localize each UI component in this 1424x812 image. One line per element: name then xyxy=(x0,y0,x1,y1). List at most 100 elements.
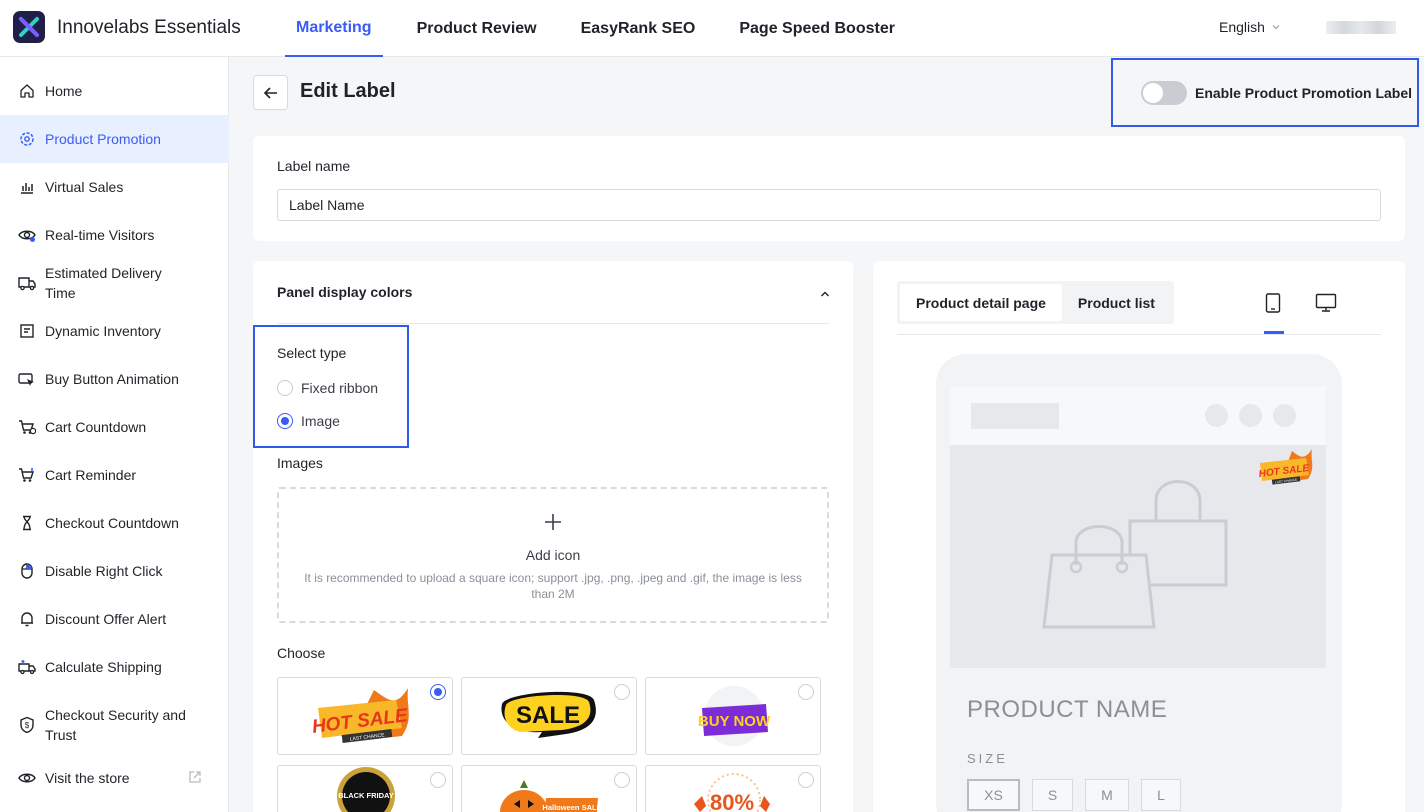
sidebar-item-dynamic-inventory[interactable]: Dynamic Inventory xyxy=(0,311,229,351)
size-option-l[interactable]: L xyxy=(1141,779,1181,811)
language-select[interactable]: English xyxy=(1219,19,1281,35)
radio-button[interactable] xyxy=(277,380,293,396)
shield-icon: $ xyxy=(18,716,36,734)
sidebar-item-cart-reminder[interactable]: Cart Reminder xyxy=(0,455,229,495)
sidebar-item-visit-the-store[interactable]: Visit the store xyxy=(0,758,229,798)
sidebar-item-disable-right-click[interactable]: Disable Right Click xyxy=(0,551,229,591)
sidebar-item-checkout-countdown[interactable]: Checkout Countdown xyxy=(0,503,229,543)
badge-text: BLACK FRIDAY xyxy=(338,791,394,800)
phone-preview: HOT SALE LAST CHANCE PRODUCT NAME SIZE X… xyxy=(936,354,1342,812)
gear-icon xyxy=(18,130,36,148)
size-option-s[interactable]: S xyxy=(1032,779,1073,811)
mobile-icon[interactable] xyxy=(1265,293,1281,316)
sidebar-item-label: Disable Right Click xyxy=(45,563,163,579)
sidebar-item-realtime-visitors[interactable]: Real-time Visitors xyxy=(0,215,229,255)
desktop-icon[interactable] xyxy=(1315,293,1337,316)
sidebar-item-home[interactable]: Home xyxy=(0,71,229,111)
badge-choice-80-percent[interactable]: 80% xyxy=(645,765,821,812)
radio-button[interactable] xyxy=(430,772,446,788)
radio-button[interactable] xyxy=(798,772,814,788)
sidebar-item-buy-button-animation[interactable]: Buy Button Animation xyxy=(0,359,229,399)
size-option-xs[interactable]: XS xyxy=(967,779,1020,811)
tab-product-detail-page[interactable]: Product detail page xyxy=(900,284,1062,321)
user-avatar[interactable] xyxy=(1326,21,1396,34)
upload-icon-dropzone[interactable]: Add icon It is recommended to upload a s… xyxy=(277,487,829,623)
back-button[interactable] xyxy=(253,75,288,110)
preview-card: Product detail page Product list HOT SAL… xyxy=(873,261,1405,812)
sidebar-item-product-promotion[interactable]: Product Promotion xyxy=(0,115,229,163)
enable-label-text: Enable Product Promotion Label xyxy=(1195,84,1413,101)
size-label: SIZE xyxy=(967,751,1008,766)
cart-icon xyxy=(18,466,36,484)
badge-choice-hot-sale[interactable]: HOT SALE LAST CHANCE xyxy=(277,677,453,755)
badge-text: BUY NOW xyxy=(698,713,771,730)
sidebar-item-label: Visit the store xyxy=(45,770,130,786)
panel-title: Panel display colors xyxy=(277,284,413,300)
sale-badge-image: SALE xyxy=(501,691,596,738)
tab-product-list[interactable]: Product list xyxy=(1062,284,1171,321)
enable-label-toggle[interactable] xyxy=(1141,80,1187,105)
tab-easyrank-seo[interactable]: EasyRank SEO xyxy=(581,0,696,57)
type-option-label: Fixed ribbon xyxy=(301,380,379,396)
eye-icon xyxy=(18,226,36,244)
home-icon xyxy=(18,82,36,100)
sidebar-item-label: Real-time Visitors xyxy=(45,227,155,243)
top-bar: Innovelabs Essentials Marketing Product … xyxy=(0,0,1424,57)
sidebar-item-estimated-delivery-time[interactable]: Estimated Delivery Time xyxy=(0,263,229,303)
sidebar-item-calculate-shipping[interactable]: Calculate Shipping xyxy=(0,647,229,687)
label-name-input[interactable] xyxy=(277,189,1381,221)
preview-tabs: Product detail page Product list xyxy=(897,281,1174,324)
sidebar-item-label: Virtual Sales xyxy=(45,179,124,195)
language-value: English xyxy=(1219,19,1265,35)
mouse-icon xyxy=(18,562,36,580)
sidebar-item-label: Dynamic Inventory xyxy=(45,323,161,339)
placeholder-dot xyxy=(1273,404,1296,427)
divider xyxy=(897,334,1381,335)
sidebar-item-label: Estimated Delivery Time xyxy=(45,265,162,301)
sidebar-item-discount-offer-alert[interactable]: Discount Offer Alert xyxy=(0,599,229,639)
black-friday-badge-image: BLACK FRIDAY xyxy=(337,767,395,812)
upload-hint: It is recommended to upload a square ico… xyxy=(304,571,802,601)
sidebar-item-label: Cart Reminder xyxy=(45,467,137,483)
hot-sale-badge-image: HOT SALE LAST CHANCE xyxy=(311,688,410,744)
sidebar-item-label: Buy Button Animation xyxy=(45,371,179,387)
sidebar: Home Product Promotion Virtual Sales Rea… xyxy=(0,57,229,812)
images-label: Images xyxy=(277,455,323,471)
size-option-m[interactable]: M xyxy=(1085,779,1129,811)
sidebar-item-checkout-security-and-trust[interactable]: $ Checkout Security and Trust xyxy=(0,695,229,755)
label-name-title: Label name xyxy=(277,158,351,174)
placeholder-dot xyxy=(1239,404,1262,427)
chevron-up-icon[interactable] xyxy=(819,287,831,303)
external-link-icon xyxy=(188,770,202,787)
app-logo-icon[interactable] xyxy=(13,11,45,43)
badge-choice-sale[interactable]: SALE xyxy=(461,677,637,755)
badge-choice-buy-now[interactable]: BUY NOW xyxy=(645,677,821,755)
badge-text: 80% xyxy=(710,790,754,812)
badge-choice-halloween[interactable]: Halloween SALE xyxy=(461,765,637,812)
inventory-icon xyxy=(18,322,36,340)
product-image-placeholder: HOT SALE LAST CHANCE xyxy=(950,445,1326,668)
tab-marketing[interactable]: Marketing xyxy=(285,0,383,57)
sidebar-item-cart-countdown[interactable]: Cart Countdown xyxy=(0,407,229,447)
radio-button[interactable] xyxy=(798,684,814,700)
phone-header xyxy=(950,386,1326,445)
placeholder-bar xyxy=(971,403,1059,429)
type-fixed-ribbon-option[interactable]: Fixed ribbon xyxy=(277,380,378,396)
sidebar-item-label: Checkout Security and Trust xyxy=(45,707,186,743)
buy-now-badge-image: BUY NOW xyxy=(698,686,771,746)
label-name-card: Label name xyxy=(253,136,1405,241)
badge-text: SALE xyxy=(516,702,580,729)
radio-button[interactable] xyxy=(430,684,446,700)
tab-page-speed-booster[interactable]: Page Speed Booster xyxy=(739,0,895,57)
sidebar-item-virtual-sales[interactable]: Virtual Sales xyxy=(0,167,229,207)
radio-button[interactable] xyxy=(614,684,630,700)
badge-choice-black-friday[interactable]: BLACK FRIDAY xyxy=(277,765,453,812)
upload-title: Add icon xyxy=(525,547,581,563)
radio-button[interactable] xyxy=(614,772,630,788)
radio-button[interactable] xyxy=(277,413,293,429)
app-title: Innovelabs Essentials xyxy=(57,17,241,38)
tab-product-review[interactable]: Product Review xyxy=(417,0,537,57)
choose-label: Choose xyxy=(277,645,326,661)
type-image-option[interactable]: Image xyxy=(277,413,340,429)
badge-text: Halloween SALE xyxy=(542,803,601,812)
